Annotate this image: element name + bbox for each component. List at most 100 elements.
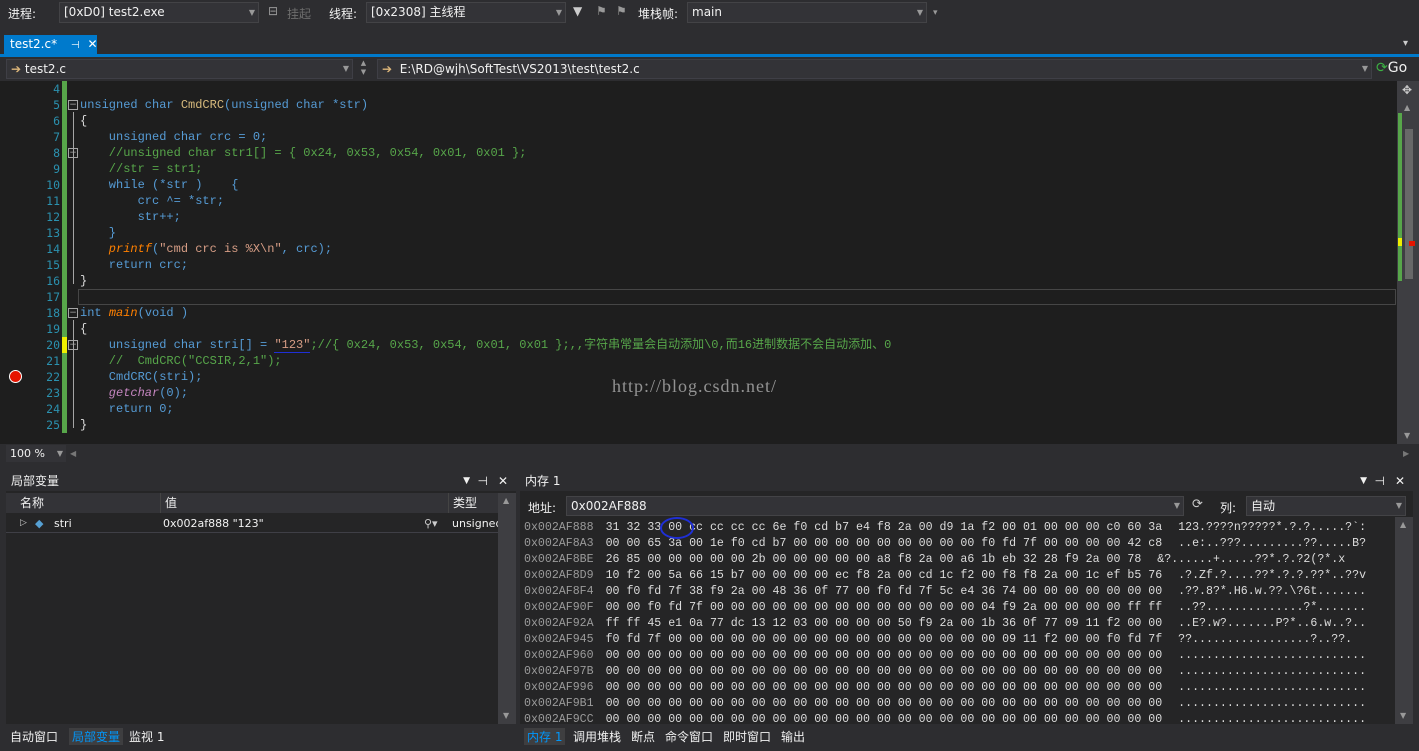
magnifier-icon[interactable]: ⚲▾ [424,514,438,533]
scroll-thumb[interactable] [1405,129,1413,279]
collapse-icon[interactable]: − [68,100,78,110]
memory-hex[interactable]: ff ff 45 e1 0a 77 dc 13 12 03 00 00 00 0… [606,617,1163,630]
stackframe-combo[interactable]: main ▼ [687,2,927,23]
memory-hex[interactable]: 00 00 00 00 00 00 00 00 00 00 00 00 00 0… [606,665,1163,678]
pin-icon[interactable]: ⊣ [478,472,488,490]
column-type-header[interactable]: 类型 [448,493,477,513]
memory-hex[interactable]: 00 00 00 00 00 00 00 00 00 00 00 00 00 0… [606,697,1163,710]
split-spinner-icon[interactable]: ▲ ▼ [357,59,370,79]
memory-hex[interactable]: 00 00 00 00 00 00 00 00 00 00 00 00 00 0… [606,681,1163,694]
scroll-down-icon[interactable]: ▼ [503,711,509,720]
tab-output[interactable]: 输出 [781,728,805,745]
tab-command-window[interactable]: 命令窗口 [665,728,713,745]
toolbar-overflow-icon[interactable]: ▾ [933,8,938,18]
tab-immediate-window[interactable]: 即时窗口 [723,728,771,745]
window-menu-icon[interactable]: ▼ [463,472,470,490]
breakpoint-arrow-icon[interactable] [9,370,22,383]
memory-lines[interactable]: 0x002AF888 31 32 33 00 cc cc cc cc 6e f0 … [524,520,1394,728]
memory-hex[interactable]: 00 00 65 3a 00 1e f0 cd b7 00 00 00 00 0… [606,537,1163,550]
memory-hex[interactable]: f0 fd 7f 00 00 00 00 00 00 00 00 00 00 0… [606,633,1163,646]
tab-memory-1[interactable]: 内存 1 [524,728,566,745]
flag-icon[interactable]: ⚑ [596,4,607,18]
variable-value[interactable]: 0x002af888 "123" [163,514,264,533]
scroll-left-icon[interactable]: ◀ [70,449,76,458]
file-scope-value: test2.c [24,62,66,76]
go-button[interactable]: ⟳Go [1376,59,1407,79]
locals-row-stri[interactable]: ▷ ◆ stri 0x002af888 "123" ⚲▾ unsigned [6,514,498,533]
thread-combo[interactable]: [0x2308] 主线程 ▼ [366,2,566,23]
memory-address: 0x002AF8BE [524,553,594,566]
tab-title: test2.c* [10,37,58,51]
pin-icon[interactable]: ⊣ [71,40,80,51]
tab-watch-1[interactable]: 监视 1 [129,728,164,745]
memory-scrollbar[interactable]: ▲ ▼ [1395,517,1413,724]
memory-ascii[interactable]: ..E?.w?.......P?*..6.w..?.. [1178,617,1366,630]
scroll-up-icon[interactable]: ▲ [503,496,509,505]
columns-combo[interactable]: 自动 ▼ [1246,496,1406,516]
suspend-icon[interactable]: ⊟ [268,4,278,18]
close-icon[interactable]: ✕ [498,472,508,490]
scroll-down-icon[interactable]: ▼ [1400,711,1406,720]
memory-ascii[interactable]: ??.................?..??. [1178,633,1352,646]
memory-ascii[interactable]: ..e:..???.........??.....B? [1178,537,1366,550]
column-value-header[interactable]: 值 [160,493,177,513]
suspend-label[interactable]: 挂起 [287,5,311,22]
memory-ascii[interactable]: ........................... [1178,649,1366,662]
memory-ascii[interactable]: ........................... [1178,665,1366,678]
collapse-icon[interactable]: − [68,308,78,318]
locals-scrollbar[interactable]: ▲ ▼ [498,493,516,724]
memory-hex[interactable]: 00 00 00 00 00 00 00 00 00 00 00 00 00 0… [606,649,1163,662]
flag-all-icon[interactable]: ⚑ [616,4,627,18]
memory-row[interactable]: 0x002AF945 f0 fd 7f 00 00 00 00 00 00 00 … [524,632,1394,648]
memory-ascii[interactable]: 123.????n?????*.?.?.....?`: [1178,521,1366,534]
memory-row[interactable]: 0x002AF8D9 10 f2 00 5a 66 15 b7 00 00 00 … [524,568,1394,584]
window-menu-icon[interactable]: ▼ [1360,472,1367,490]
tab-breakpoints[interactable]: 断点 [631,728,655,745]
file-scope-combo[interactable]: ➔ test2.c ▼ [6,59,353,79]
memory-row[interactable]: 0x002AF90F 00 00 f0 fd 7f 00 00 00 00 00 … [524,600,1394,616]
scroll-up-icon[interactable]: ▲ [1400,520,1406,529]
column-name-header[interactable]: 名称 [20,493,44,513]
tab-call-stack[interactable]: 调用堆栈 [573,728,621,745]
memory-ascii[interactable]: .??.8?*.H6.w.??.\?6t....... [1178,585,1366,598]
tab-test2-c[interactable]: test2.c* ⊣ ✕ [4,35,98,55]
process-combo[interactable]: [0xD0] test2.exe ▼ [59,2,259,23]
path-combo[interactable]: ➔ E:\RD@wjh\SoftTest\VS2013\test\test2.c… [377,59,1372,79]
tab-locals[interactable]: 局部变量 [69,728,124,745]
memory-hex[interactable]: 10 f2 00 5a 66 15 b7 00 00 00 00 ec f8 2… [606,569,1163,582]
memory-row[interactable]: 0x002AF996 00 00 00 00 00 00 00 00 00 00 … [524,680,1394,696]
refresh-go-icon: ⟳ [1376,60,1388,76]
memory-row[interactable]: 0x002AF8BE 26 85 00 00 00 00 00 2b 00 00 … [524,552,1394,568]
close-icon[interactable]: ✕ [87,37,97,51]
tab-list-icon[interactable]: ▾ [1403,38,1408,49]
memory-ascii[interactable]: ..??..............?*....... [1178,601,1366,614]
split-icon[interactable]: ✥ [1402,83,1412,97]
pin-icon[interactable]: ⊣ [1375,472,1385,490]
scroll-up-icon[interactable]: ▲ [1404,103,1410,112]
memory-row[interactable]: 0x002AF97B 00 00 00 00 00 00 00 00 00 00 … [524,664,1394,680]
memory-ascii[interactable]: &?......+.....??*.?.?2(?*.x [1157,553,1345,566]
scroll-right-icon[interactable]: ▶ [1403,449,1409,458]
zoom-combo[interactable]: 100 % ▼ [6,445,66,462]
close-icon[interactable]: ✕ [1395,472,1405,490]
tab-autos[interactable]: 自动窗口 [10,728,58,745]
memory-ascii[interactable]: ........................... [1178,681,1366,694]
memory-hex[interactable]: 00 00 f0 fd 7f 00 00 00 00 00 00 00 00 0… [606,601,1163,614]
memory-row[interactable]: 0x002AF888 31 32 33 00 cc cc cc cc 6e f0 … [524,520,1394,536]
memory-ascii[interactable]: .?.Zf.?....??*.?.?.??*..??v [1178,569,1366,582]
memory-hex[interactable]: 00 f0 fd 7f 38 f9 2a 00 48 36 0f 77 00 f… [606,585,1163,598]
filter-icon[interactable]: ▼ [573,4,582,18]
address-input[interactable]: 0x002AF888 ▼ [566,496,1184,516]
memory-row[interactable]: 0x002AF960 00 00 00 00 00 00 00 00 00 00 … [524,648,1394,664]
expand-arrow-icon[interactable]: ▷ [20,514,27,533]
editor-vertical-scrollbar[interactable]: ✥ ▲ ▼ [1397,81,1419,444]
scroll-down-icon[interactable]: ▼ [1404,431,1410,440]
memory-ascii[interactable]: ........................... [1178,697,1366,710]
memory-row[interactable]: 0x002AF9B1 00 00 00 00 00 00 00 00 00 00 … [524,696,1394,712]
memory-row[interactable]: 0x002AF8A3 00 00 65 3a 00 1e f0 cd b7 00 … [524,536,1394,552]
memory-row[interactable]: 0x002AF8F4 00 f0 fd 7f 38 f9 2a 00 48 36 … [524,584,1394,600]
reevaluate-icon[interactable]: ⟳ [1192,497,1203,512]
memory-hex[interactable]: 26 85 00 00 00 00 00 2b 00 00 00 00 00 a… [606,553,1142,566]
memory-address: 0x002AF960 [524,649,594,662]
memory-row[interactable]: 0x002AF92A ff ff 45 e1 0a 77 dc 13 12 03 … [524,616,1394,632]
